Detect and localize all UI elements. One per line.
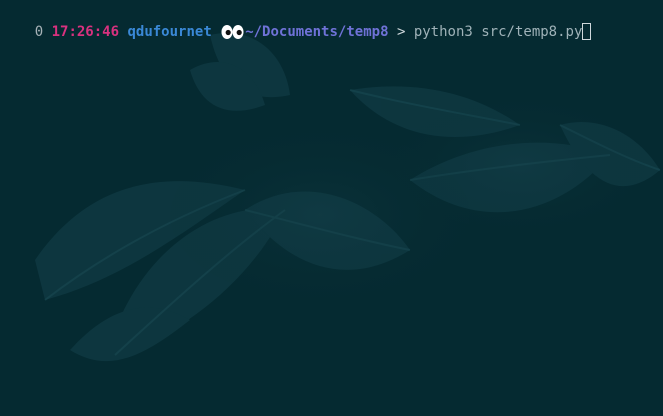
terminal-window[interactable]: 0 17:26:46 qdufournet ~/Documents/temp8 … (0, 0, 663, 416)
command-input[interactable]: python3 src/temp8.py (414, 24, 583, 40)
current-directory-path: ~/Documents/temp8 (245, 24, 389, 40)
eyes-icon (220, 22, 245, 42)
exit-code: 0 (34, 24, 44, 40)
terminal-prompt-line: 0 17:26:46 qdufournet ~/Documents/temp8 … (1, 2, 592, 40)
leaf-background-image (0, 0, 663, 416)
prompt-symbol: > (396, 24, 406, 40)
username: qdufournet (127, 24, 212, 40)
prompt-time: 17:26:46 (51, 24, 120, 40)
text-cursor (582, 23, 592, 40)
